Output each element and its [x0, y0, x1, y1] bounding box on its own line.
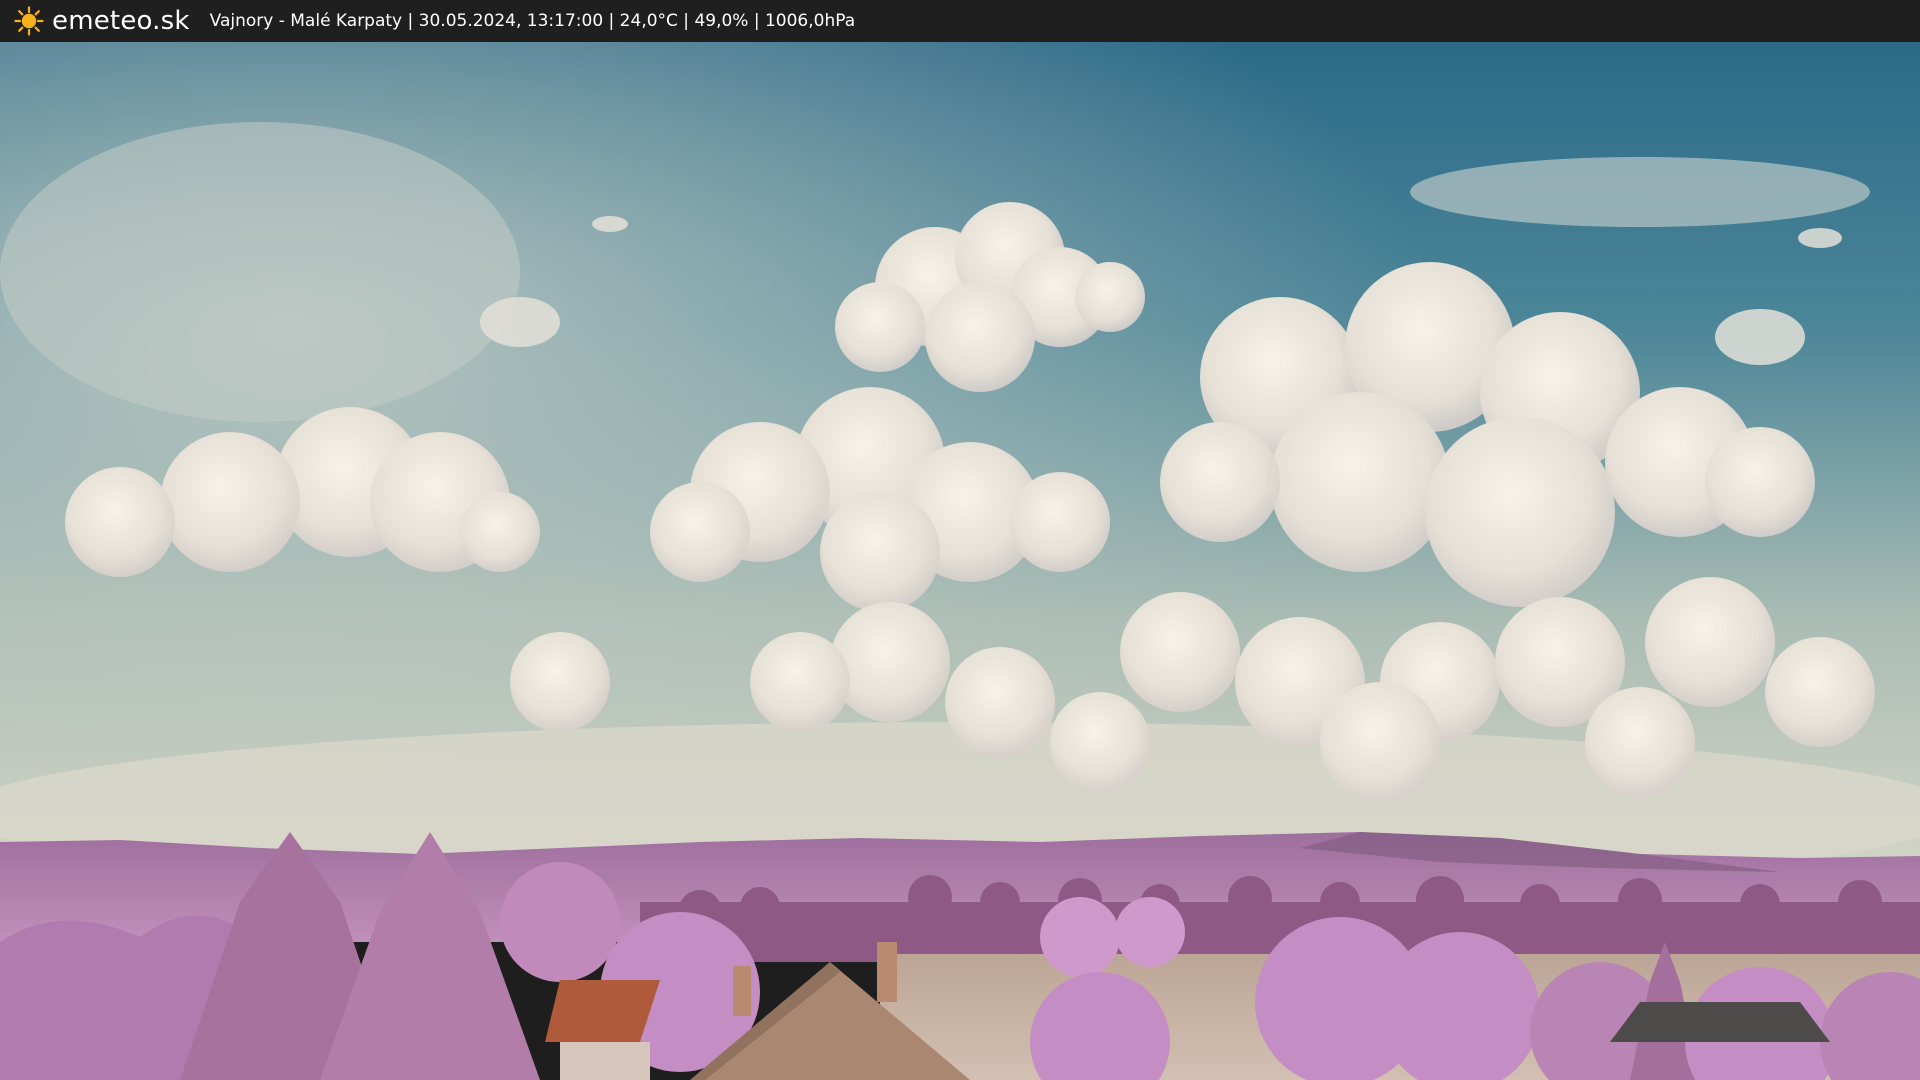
webcam-image — [0, 42, 1920, 1080]
house-left — [545, 980, 660, 1080]
webcam-header-bar: emeteo.sk Vajnory - Malé Karpaty | 30.05… — [0, 0, 1920, 42]
sun-icon — [14, 6, 44, 36]
cirrus-streak — [1410, 157, 1870, 227]
site-logo-text[interactable]: emeteo.sk — [52, 6, 190, 36]
cirrus-streak — [0, 122, 520, 422]
house-right — [1610, 1002, 1830, 1042]
webcam-caption: Vajnory - Malé Karpaty | 30.05.2024, 13:… — [209, 11, 856, 31]
